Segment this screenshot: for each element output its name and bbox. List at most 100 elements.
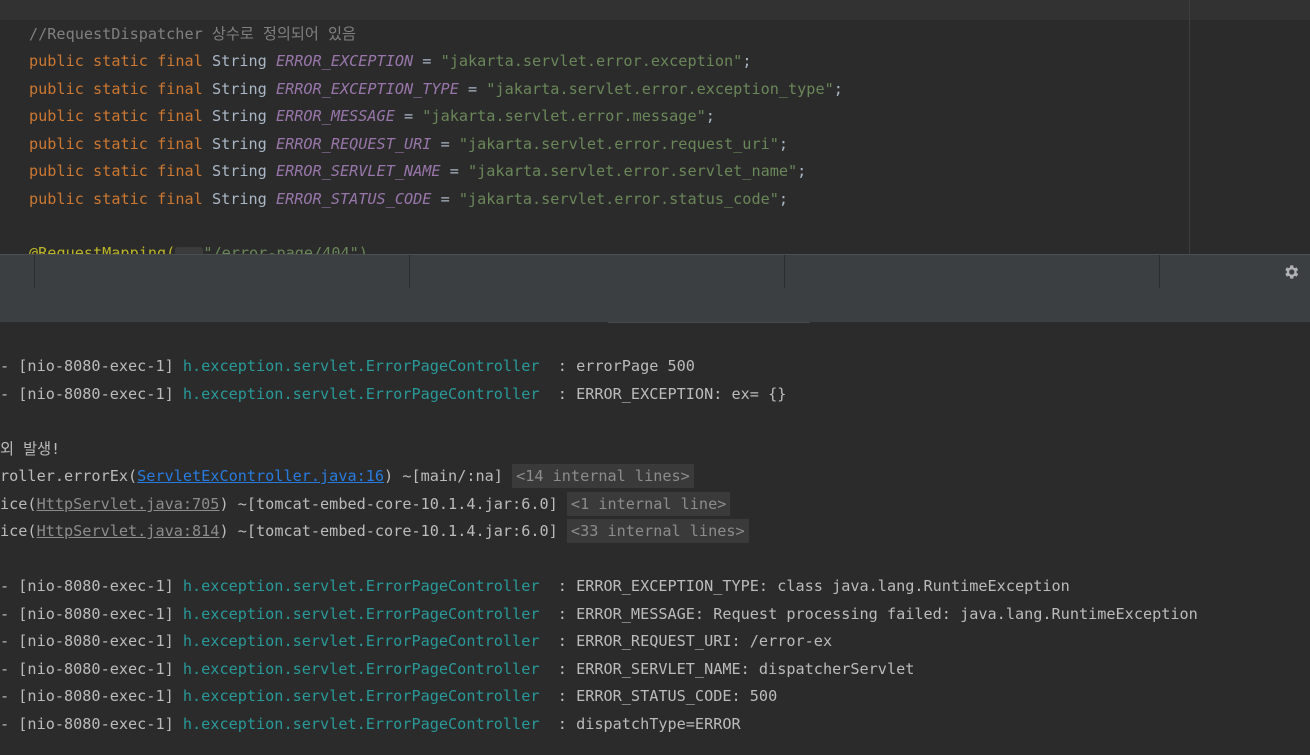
semicolon: ; <box>778 135 789 153</box>
log-thread: - [nio-8080-exec-1] <box>0 605 183 623</box>
gear-icon[interactable] <box>1282 263 1300 281</box>
log-thread: - [nio-8080-exec-1] <box>0 660 183 678</box>
log-message: dispatchType=ERROR <box>576 715 741 733</box>
log-message: errorPage 500 <box>576 357 695 375</box>
log-message: ERROR_MESSAGE: Request processing failed… <box>576 605 1198 623</box>
log-logger-name: h.exception.servlet.ErrorPageController <box>182 687 540 705</box>
semicolon: ; <box>797 162 807 180</box>
log-logger-name: h.exception.servlet.ErrorPageController <box>182 715 540 733</box>
stack-method: ice( <box>0 522 37 540</box>
right-margin-guide <box>1189 0 1190 254</box>
log-line: - [nio-8080-exec-1] h.exception.servlet.… <box>0 602 1198 626</box>
assign-operator: = <box>458 80 487 98</box>
stack-location: ) ~[tomcat-embed-core-10.1.4.jar:6.0] <box>219 495 567 513</box>
log-line: - [nio-8080-exec-1] h.exception.servlet.… <box>0 354 695 378</box>
assign-operator: = <box>431 190 459 208</box>
keyword-public: public <box>29 190 84 208</box>
keyword-final: final <box>157 190 203 208</box>
semicolon: ; <box>833 80 843 98</box>
semicolon: ; <box>705 107 715 125</box>
log-thread: - [nio-8080-exec-1] <box>0 357 183 375</box>
code-comment-line: //RequestDispatcher 상수로 정의되어 있음 <box>29 25 356 43</box>
type-string: String <box>211 135 267 153</box>
constant-name: ERROR_REQUEST_URI <box>275 135 432 153</box>
annotation-text: @RequestMapping( <box>29 244 176 254</box>
log-thread: - [nio-8080-exec-1] <box>0 577 183 595</box>
semicolon: ; <box>742 52 752 70</box>
keyword-static: static <box>93 80 148 98</box>
keyword-public: public <box>29 162 84 180</box>
keyword-public: public <box>29 135 84 153</box>
constant-name: ERROR_STATUS_CODE <box>275 190 432 208</box>
stack-location: ) ~[tomcat-embed-core-10.1.4.jar:6.0] <box>219 522 567 540</box>
toolbar-tab-4[interactable] <box>785 255 1160 288</box>
toolbar-tab-2[interactable] <box>35 255 410 288</box>
log-logger-name: h.exception.servlet.ErrorPageController <box>182 632 540 650</box>
log-line: - [nio-8080-exec-1] h.exception.servlet.… <box>0 629 832 653</box>
toolbar-tab-3[interactable] <box>410 255 785 288</box>
keyword-static: static <box>93 135 148 153</box>
editor-top-strip <box>0 0 1310 20</box>
tool-window-header <box>0 254 1310 288</box>
log-line: - [nio-8080-exec-1] h.exception.servlet.… <box>0 684 777 708</box>
source-link[interactable]: HttpServlet.java:705 <box>37 495 220 513</box>
annotation-path: "/error-page/404") <box>203 244 368 254</box>
log-line: - [nio-8080-exec-1] h.exception.servlet.… <box>0 657 914 681</box>
log-line: - [nio-8080-exec-1] h.exception.servlet.… <box>0 574 1070 598</box>
constant-value: "jakarta.servlet.error.message" <box>422 107 706 125</box>
folded-lines-toggle[interactable]: <14 internal lines> <box>512 464 694 488</box>
log-message: ERROR_EXCEPTION: ex= {} <box>576 385 787 403</box>
ide-window: //RequestDispatcher 상수로 정의되어 있음 public s… <box>0 0 1310 755</box>
log-thread: - [nio-8080-exec-1] <box>0 687 183 705</box>
constant-value: "jakarta.servlet.error.request_uri" <box>458 135 779 153</box>
log-logger-name: h.exception.servlet.ErrorPageController <box>182 605 540 623</box>
folded-lines-toggle[interactable]: <1 internal line> <box>566 492 731 516</box>
type-string: String <box>211 107 267 125</box>
log-thread: - [nio-8080-exec-1] <box>0 715 183 733</box>
keyword-static: static <box>93 52 148 70</box>
code-constant-line: public static final String ERROR_SERVLET… <box>29 160 806 182</box>
log-line: - [nio-8080-exec-1] h.exception.servlet.… <box>0 712 741 736</box>
constant-name: ERROR_EXCEPTION_TYPE <box>275 80 459 98</box>
type-string: String <box>211 52 267 70</box>
log-separator: : <box>539 385 577 403</box>
code-constant-line: public static final String ERROR_MESSAGE… <box>29 105 715 127</box>
log-message: ERROR_STATUS_CODE: 500 <box>576 687 778 705</box>
toolbar-tab-1[interactable] <box>0 255 35 288</box>
console-output[interactable]: - [nio-8080-exec-1] h.exception.servlet.… <box>0 323 1310 755</box>
code-annotation-line: @RequestMapping( "/error-page/404") <box>29 242 368 254</box>
code-editor[interactable]: //RequestDispatcher 상수로 정의되어 있음 public s… <box>0 0 1310 254</box>
source-link[interactable]: ServletExController.java:16 <box>137 467 384 485</box>
log-separator: : <box>539 687 577 705</box>
folded-lines-toggle[interactable]: <33 internal lines> <box>566 519 749 543</box>
param-hint-icon <box>175 246 204 254</box>
log-logger-name: h.exception.servlet.ErrorPageController <box>182 385 540 403</box>
code-constant-line: public static final String ERROR_STATUS_… <box>29 188 788 210</box>
constant-name: ERROR_EXCEPTION <box>275 52 414 70</box>
type-string: String <box>211 80 267 98</box>
code-constant-line: public static final String ERROR_EXCEPTI… <box>29 50 751 72</box>
stack-method: roller.errorEx( <box>0 467 138 485</box>
keyword-final: final <box>157 52 203 70</box>
keyword-final: final <box>157 135 203 153</box>
console-toolbar <box>0 288 1310 323</box>
assign-operator: = <box>413 52 441 70</box>
constant-value: "jakarta.servlet.error.status_code" <box>458 190 779 208</box>
log-separator: : <box>539 660 577 678</box>
log-logger-name: h.exception.servlet.ErrorPageController <box>182 660 540 678</box>
code-constant-line: public static final String ERROR_EXCEPTI… <box>29 78 843 100</box>
source-link[interactable]: HttpServlet.java:814 <box>37 522 220 540</box>
